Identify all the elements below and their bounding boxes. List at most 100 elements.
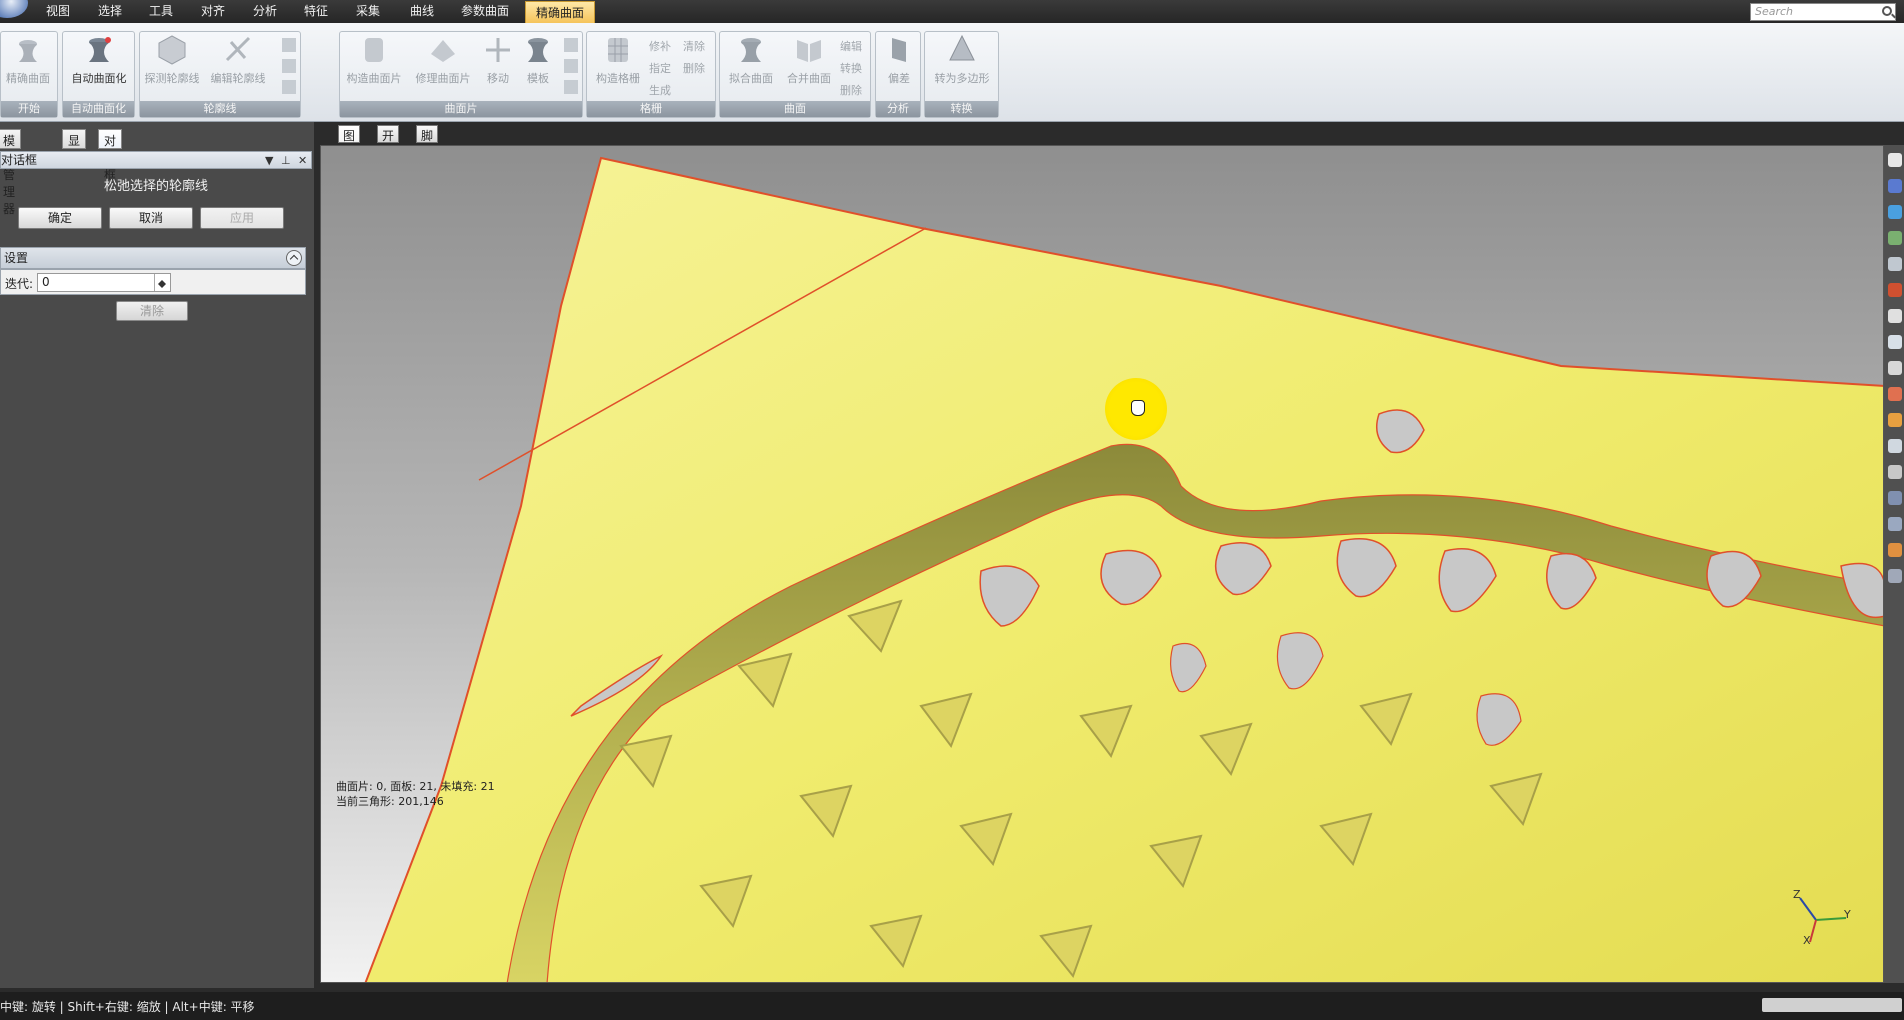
- group-contour: 探测轮廓线 编辑轮廓线 轮廓线: [139, 31, 301, 118]
- tab-model-manager[interactable]: 模型管理器: [0, 129, 22, 216]
- menu-select[interactable]: 选择: [98, 4, 122, 19]
- polygon-select-icon[interactable]: [1888, 439, 1902, 453]
- record-icon[interactable]: [1888, 283, 1902, 297]
- deviation-button[interactable]: 偏差: [880, 34, 918, 86]
- contour-tool-icon-1[interactable]: [282, 38, 296, 52]
- fit-surface-button[interactable]: 拟合曲面: [724, 34, 778, 86]
- contour-tool-icon-3[interactable]: [282, 80, 296, 94]
- axis-z-label: Z: [1793, 888, 1801, 901]
- search-input[interactable]: Search: [1750, 3, 1896, 21]
- group-grid: 构造格栅 修补 清除 指定 删除 生成 格栅: [586, 31, 716, 118]
- tab-display[interactable]: 显示: [62, 129, 87, 165]
- color-icon[interactable]: [1888, 543, 1902, 557]
- group-title-convert: 转换: [925, 101, 998, 117]
- iteration-input[interactable]: 0: [37, 273, 171, 292]
- dropdown-icon[interactable]: ▼: [265, 153, 273, 169]
- repair-patch-icon: [431, 40, 455, 62]
- status-scrollbar[interactable]: [1762, 998, 1902, 1012]
- dialog-title: 松弛选择的轮廓线: [103, 179, 208, 194]
- patch-tool-icon-3[interactable]: [564, 80, 578, 94]
- search-icon[interactable]: [1882, 6, 1892, 16]
- tab-script[interactable]: 脚本: [416, 125, 439, 160]
- menu-view[interactable]: 视图: [46, 4, 70, 19]
- cursor-highlight: [1105, 378, 1167, 440]
- app-logo-icon[interactable]: [0, 0, 28, 18]
- view-cube-icon[interactable]: [1888, 153, 1902, 167]
- tab-dialog[interactable]: 对话框: [98, 129, 123, 182]
- auto-surface-button[interactable]: 自动曲面化: [67, 34, 131, 86]
- filter-icon[interactable]: [1888, 517, 1902, 531]
- settings-header[interactable]: 设置: [0, 247, 306, 269]
- iteration-spinner[interactable]: [154, 274, 169, 291]
- tab-start[interactable]: 开始: [377, 125, 400, 160]
- move-button[interactable]: 移动: [480, 34, 516, 86]
- detect-contour-button[interactable]: 探测轮廓线: [144, 34, 200, 86]
- paint-icon[interactable]: [1888, 413, 1902, 427]
- exact-surface-button[interactable]: 精确曲面: [3, 34, 53, 86]
- grid-clear-button[interactable]: 清除: [683, 38, 705, 54]
- brush-icon[interactable]: [1888, 387, 1902, 401]
- merge-surface-icon: [797, 40, 821, 62]
- merge-surface-button[interactable]: 合并曲面: [782, 34, 836, 86]
- edit-contour-button[interactable]: 编辑轮廓线: [210, 34, 266, 86]
- lasso-icon[interactable]: [1888, 335, 1902, 349]
- patch-tool-icon-2[interactable]: [564, 59, 578, 73]
- custom-select-icon[interactable]: [1888, 465, 1902, 479]
- menu-analysis[interactable]: 分析: [253, 4, 277, 19]
- zoom-icon[interactable]: [1888, 257, 1902, 271]
- surface-delete-button[interactable]: 删除: [840, 82, 862, 98]
- group-convert: 转为多边形 转换: [924, 31, 999, 118]
- exact-surface-icon: [19, 40, 37, 62]
- rect-select-icon[interactable]: [1888, 309, 1902, 323]
- tab-graphics[interactable]: 图形: [338, 125, 361, 160]
- group-title-start: 开始: [1, 101, 57, 117]
- auto-surface-icon: [89, 37, 111, 62]
- deviation-icon: [892, 38, 906, 62]
- grid-assign-button[interactable]: 指定: [649, 60, 671, 76]
- apply-button[interactable]: 应用: [200, 207, 284, 229]
- build-grid-button[interactable]: 构造格栅: [591, 34, 645, 86]
- pin-icon[interactable]: ⊥: [281, 153, 291, 169]
- line-tool-icon[interactable]: [1888, 361, 1902, 375]
- build-patch-button[interactable]: 构造曲面片: [344, 34, 404, 86]
- ok-button[interactable]: 确定: [18, 207, 102, 229]
- select-icon[interactable]: [1888, 205, 1902, 219]
- group-title-grid: 格栅: [587, 101, 715, 117]
- triangle-count-text: 当前三角形: 201,146: [336, 795, 444, 808]
- collapse-icon[interactable]: [286, 250, 302, 266]
- layer-icon[interactable]: [1888, 491, 1902, 505]
- menu-exact-surface[interactable]: 精确曲面: [525, 1, 596, 23]
- graphics-viewport[interactable]: 曲面片: 0, 面板: 21, 未填充: 21 当前三角形: 201,146 Z…: [320, 145, 1884, 983]
- to-polygon-button[interactable]: 转为多边形: [929, 34, 995, 86]
- grid-repair-button[interactable]: 修补: [649, 38, 671, 54]
- surface-convert-button[interactable]: 转换: [840, 60, 862, 76]
- left-panel: 模型管理器 显示 对话框 对话框 ▼ ⊥ ✕ 松弛选择的轮廓线 确定 取消 应用…: [0, 122, 314, 988]
- grid-delete-button[interactable]: 删除: [683, 60, 705, 76]
- patch-tool-icon-1[interactable]: [564, 38, 578, 52]
- repair-patch-button[interactable]: 修理曲面片: [412, 34, 474, 86]
- rotate-icon[interactable]: [1888, 179, 1902, 193]
- menu-features[interactable]: 特征: [304, 4, 328, 19]
- settings-gear-icon[interactable]: [1888, 569, 1902, 583]
- move-view-icon[interactable]: [1888, 231, 1902, 245]
- menu-capture[interactable]: 采集: [356, 4, 380, 19]
- mesh-model[interactable]: [321, 146, 1884, 983]
- group-analysis: 偏差 分析: [875, 31, 921, 118]
- grid-generate-button[interactable]: 生成: [649, 82, 671, 98]
- settings-body: 迭代: 0: [0, 269, 306, 295]
- clear-button[interactable]: 清除: [116, 301, 188, 321]
- build-grid-icon: [608, 38, 628, 62]
- menu-curves[interactable]: 曲线: [410, 4, 434, 19]
- fit-surface-icon: [741, 38, 761, 62]
- menu-align[interactable]: 对齐: [201, 4, 225, 19]
- menu-param-surface[interactable]: 参数曲面: [461, 4, 509, 19]
- surface-edit-button[interactable]: 编辑: [840, 38, 862, 54]
- detect-contour-icon: [158, 35, 186, 65]
- group-auto-surface: 自动曲面化 自动曲面化: [62, 31, 135, 118]
- close-icon[interactable]: ✕: [298, 153, 307, 169]
- template-button[interactable]: 模板: [520, 34, 556, 86]
- group-title-contour: 轮廓线: [140, 101, 300, 117]
- cancel-button[interactable]: 取消: [109, 207, 193, 229]
- contour-tool-icon-2[interactable]: [282, 59, 296, 73]
- menu-tools[interactable]: 工具: [149, 4, 173, 19]
